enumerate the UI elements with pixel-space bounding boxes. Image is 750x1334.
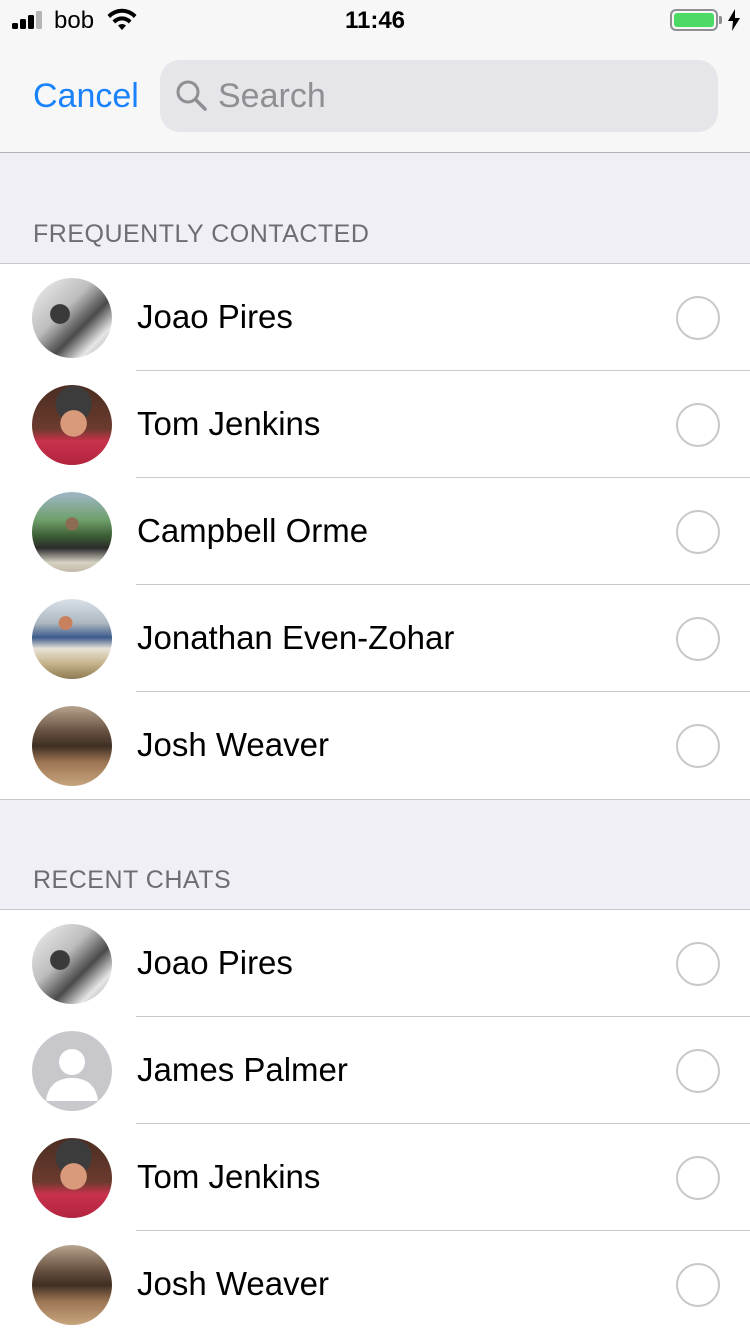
avatar xyxy=(32,924,112,1004)
contact-name: Jonathan Even-Zohar xyxy=(137,619,455,656)
charging-bolt-icon xyxy=(728,9,740,31)
recent-chats-list: Joao Pires James Palmer Tom Jenkins Josh… xyxy=(0,909,750,1334)
search-field[interactable] xyxy=(160,60,718,132)
search-navigation-bar: Cancel xyxy=(0,40,750,153)
contact-row[interactable]: Josh Weaver xyxy=(0,1231,750,1334)
contact-name: Tom Jenkins xyxy=(137,405,321,442)
avatar xyxy=(32,599,112,679)
contact-name: Joao Pires xyxy=(137,298,293,335)
contact-name: Josh Weaver xyxy=(137,726,329,763)
status-time: 11:46 xyxy=(344,7,406,34)
avatar xyxy=(32,278,112,358)
battery-level xyxy=(674,13,714,27)
contact-row[interactable]: Joao Pires xyxy=(0,264,750,371)
select-radio-button[interactable] xyxy=(676,1049,720,1093)
battery-cap xyxy=(719,16,722,24)
contact-name: James Palmer xyxy=(137,1051,348,1088)
select-radio-button[interactable] xyxy=(676,617,720,661)
avatar xyxy=(32,492,112,572)
avatar xyxy=(32,385,112,465)
status-bar: bob 11:46 xyxy=(0,0,750,40)
contact-row[interactable]: Jonathan Even-Zohar xyxy=(0,585,750,692)
select-radio-button[interactable] xyxy=(676,403,720,447)
avatar xyxy=(32,1138,112,1218)
select-radio-button[interactable] xyxy=(676,724,720,768)
select-radio-button[interactable] xyxy=(676,942,720,986)
contact-row[interactable]: Josh Weaver xyxy=(0,692,750,799)
frequently-contacted-list: Joao Pires Tom Jenkins Campbell Orme Jon… xyxy=(0,263,750,800)
contact-name: Tom Jenkins xyxy=(137,1158,321,1195)
select-radio-button[interactable] xyxy=(676,1263,720,1307)
select-radio-button[interactable] xyxy=(676,1156,720,1200)
select-radio-button[interactable] xyxy=(676,296,720,340)
cancel-button[interactable]: Cancel xyxy=(33,77,139,116)
select-radio-button[interactable] xyxy=(676,510,720,554)
avatar xyxy=(32,706,112,786)
avatar xyxy=(32,1245,112,1325)
contact-row[interactable]: James Palmer xyxy=(0,1017,750,1124)
contact-row[interactable]: Tom Jenkins xyxy=(0,1124,750,1231)
contact-row[interactable]: Joao Pires xyxy=(0,910,750,1017)
default-person-icon xyxy=(32,1031,112,1111)
contact-name: Josh Weaver xyxy=(137,1265,329,1302)
contact-row[interactable]: Campbell Orme xyxy=(0,478,750,585)
contact-name: Campbell Orme xyxy=(137,512,369,549)
battery-icon xyxy=(670,9,718,31)
contact-name: Joao Pires xyxy=(137,944,293,981)
section-header-recent-chats: RECENT CHATS xyxy=(33,866,232,894)
section-header-frequently-contacted: FREQUENTLY CONTACTED xyxy=(33,220,370,248)
search-icon xyxy=(176,80,207,111)
search-input[interactable] xyxy=(218,60,698,132)
contact-row[interactable]: Tom Jenkins xyxy=(0,371,750,478)
